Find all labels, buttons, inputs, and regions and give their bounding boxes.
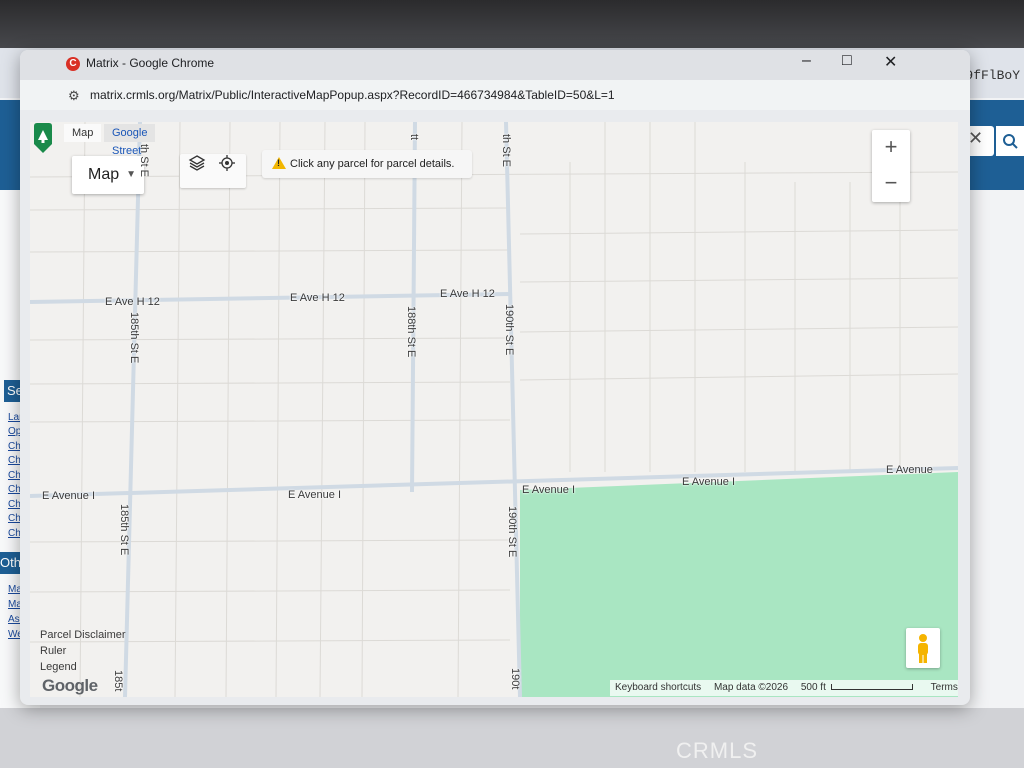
legend-link[interactable]: Legend [40, 659, 126, 675]
park-area [520, 472, 958, 697]
map-type-value: Map [88, 166, 120, 183]
tab-street-view[interactable]: Google Street View [104, 124, 156, 175]
google-logo: Google [42, 676, 98, 695]
minimize-button[interactable]: – [802, 52, 811, 70]
window-title: Matrix - Google Chrome [86, 56, 215, 70]
site-settings-icon[interactable]: ⚙ [68, 88, 80, 104]
map-bottom-links: Parcel Disclaimer Ruler Legend [40, 627, 126, 675]
street-view-pegman[interactable] [906, 628, 940, 668]
parcel-disclaimer-link[interactable]: Parcel Disclaimer [40, 627, 126, 643]
street-label-e-ave-h12: E Ave H 12 [105, 296, 160, 308]
map-data-text: Map data ©2026 [713, 682, 789, 693]
keyboard-shortcuts-link[interactable]: Keyboard shortcuts [615, 682, 701, 693]
ruler-link[interactable]: Ruler [40, 643, 126, 659]
window-titlebar[interactable]: C Matrix - Google Chrome – □ ✕ [20, 50, 970, 80]
search-icon [1003, 134, 1018, 149]
scale-label: 500 ft [801, 682, 918, 693]
map-canvas[interactable] [30, 122, 958, 697]
scale-text: 500 ft [800, 682, 826, 693]
street-label-e-avenue-i: E Avenue I [288, 489, 342, 501]
locate-icon[interactable] [218, 154, 236, 172]
search-button[interactable] [996, 126, 1024, 156]
185th-st-road [123, 122, 142, 697]
map-attribution: Keyboard shortcuts Map data ©2026 500 ft… [610, 680, 958, 696]
street-label-188th-st-e: 188th St E [405, 306, 417, 358]
terms-link[interactable]: Terms [931, 682, 958, 693]
street-label-190th-st-e: th St E [500, 134, 512, 168]
street-label-e-avenue-i: E Avenue I [682, 476, 736, 488]
laptop-bezel [0, 0, 1024, 48]
map-type-select[interactable]: Map ▼ [72, 156, 144, 194]
parcel-notice: Click any parcel for parcel details. [262, 150, 472, 178]
street-label-e-avenue-i: E Avenue I [522, 484, 576, 496]
crmls-watermark: CRMLS [676, 738, 759, 763]
zoom-out-button[interactable]: − [872, 166, 910, 202]
clear-search-icon[interactable]: ✕ [968, 128, 983, 149]
warning-icon [272, 157, 286, 169]
property-marker-icon[interactable] [30, 122, 56, 154]
190th-st-road [504, 122, 522, 697]
street-label-185th-st-e: th St E [138, 144, 150, 178]
zoom-control: + − [872, 130, 910, 202]
street-label-190th-st-e: 190th St E [506, 506, 518, 558]
street-label-185th-st-e: 185th St E [118, 504, 130, 556]
street-label-185th-st-e: 185th St E [128, 312, 140, 364]
interactive-map[interactable]: Map Google Street View Map ▼ Click any p… [30, 122, 958, 697]
close-button[interactable]: ✕ [884, 52, 897, 72]
tab-map[interactable]: Map [64, 124, 102, 142]
scale-bar [830, 684, 913, 691]
street-label-190th-st-e: 190t [509, 668, 521, 690]
background-desk [0, 708, 1024, 768]
street-label-e-ave-h12: E Ave H 12 [440, 288, 495, 300]
notice-text: Click any parcel for parcel details. [290, 158, 455, 170]
street-label-e-avenue-i: E Avenue [886, 464, 933, 476]
pegman-icon [918, 634, 928, 663]
maximize-button[interactable]: □ [842, 52, 852, 70]
street-label-188th-st-e: tt [408, 134, 420, 141]
map-tool-group [180, 154, 246, 188]
chevron-down-icon: ▼ [126, 169, 136, 180]
address-bar[interactable]: ⚙ matrix.crmls.org/Matrix/Public/Interac… [20, 80, 970, 110]
url-text[interactable]: matrix.crmls.org/Matrix/Public/Interacti… [90, 88, 615, 102]
street-label-e-ave-h12: E Ave H 12 [290, 292, 345, 304]
layers-icon[interactable] [188, 154, 206, 172]
e-ave-h12-road [30, 292, 511, 304]
street-label-190th-st-e: 190th St E [503, 304, 515, 356]
street-label-e-avenue-i: E Avenue I [42, 490, 96, 502]
chrome-icon: C [66, 57, 80, 71]
zoom-in-button[interactable]: + [872, 130, 910, 166]
